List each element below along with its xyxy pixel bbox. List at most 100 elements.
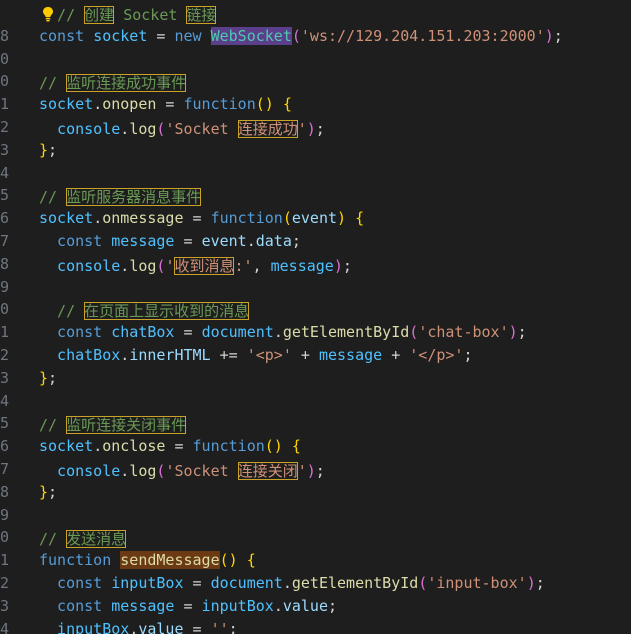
code-token: . [120,346,130,364]
code-token: 收到消息 [174,256,235,275]
code-token: // [39,74,67,93]
code-text: console.log('Socket 连接成功'); [39,118,325,139]
code-line[interactable]: 3}; [0,140,631,163]
code-line[interactable]: 1 function sendMessage() { [0,550,631,573]
line-number: 3 [0,596,9,615]
line-number: 1 [0,323,9,342]
code-token: . [273,323,283,342]
code-token: socket [39,95,94,114]
code-line[interactable]: 3}; [0,368,631,391]
code-line[interactable]: 6 socket.onmessage = function(event) { [0,208,631,231]
code-token: inputBox [201,596,274,615]
code-token: = [147,26,175,45]
code-token: } [39,140,49,159]
code-token: = [174,232,202,250]
code-line[interactable]: 9 [0,277,631,300]
code-token: . [120,256,130,275]
line-number: 8 [0,26,9,45]
code-token: . [129,619,139,634]
line-number: 1 [0,551,9,570]
line-number: 2 [0,346,9,364]
code-token: { [246,551,256,570]
code-token: // [39,302,85,321]
code-token: value [282,596,328,615]
code-token: const [39,26,94,45]
code-text: // 创建 Socket 链接 [39,4,217,25]
code-token: ; [315,120,325,138]
code-line[interactable]: 0 // 在页面上显示收到的消息 [0,299,631,322]
code-line[interactable]: 9 [0,505,631,528]
code-token: = [183,574,211,592]
code-line[interactable]: 5 // 监听连接关闭事件 [0,413,631,436]
code-token: 'Socket [165,462,238,480]
code-line[interactable]: 0 // 监听连接成功事件 [0,71,631,94]
code-token: log [129,120,157,138]
code-line[interactable]: 8 console.log('收到消息:', message); [0,254,631,277]
code-line[interactable]: 4 [0,391,631,414]
code-token: . [93,437,103,456]
code-token: socket [93,26,148,45]
code-token: console [39,120,121,138]
code-line[interactable]: 1 socket.onopen = function() { [0,94,631,117]
code-line[interactable]: 0 [0,49,631,72]
code-line[interactable]: 2 console.log('Socket 连接成功'); [0,117,631,140]
line-number: 1 [0,95,9,114]
code-token: onopen [102,95,157,114]
code-line[interactable]: 7 const message = event.data; [0,231,631,254]
code-token: ; [517,323,527,342]
code-token: 'input-box' [427,574,527,592]
code-text: const chatBox = document.getElementById(… [39,323,527,341]
code-token: ; [48,368,58,387]
code-editor[interactable]: // 创建 Socket 链接 8 const socket = new WebSo… [0,0,631,634]
code-token: = [174,323,202,342]
code-token: = [174,596,202,615]
code-token: function [39,551,121,570]
code-token: sendMessage [120,551,220,570]
code-token: Socket [114,6,187,24]
code-token: socket [39,209,94,228]
code-line[interactable]: 7 console.log('Socket 连接关闭'); [0,459,631,482]
code-text: // 监听连接关闭事件 [39,414,187,435]
code-line[interactable]: 5 // 监听服务器消息事件 [0,185,631,208]
line-number: 0 [0,300,9,319]
code-token: 在页面上显示收到的消息 [84,302,250,321]
line-number: 6 [0,209,9,228]
code-line[interactable]: 4 [0,163,631,186]
code-line[interactable]: // 创建 Socket 链接 [0,3,631,26]
code-token: :' [234,256,253,275]
code-token: 监听服务器消息事件 [66,188,202,207]
code-token: ' [297,120,307,138]
code-token: data [255,232,292,250]
code-token: message [111,596,175,615]
code-token: '</p>' [409,346,464,364]
code-text: // 发送消息 [39,528,127,549]
code-line[interactable]: 3 const message = inputBox.value; [0,596,631,619]
code-text: // 监听服务器消息事件 [39,186,202,207]
code-line[interactable]: 2 chatBox.innerHTML += '<p>' + message +… [0,345,631,368]
code-line[interactable]: 0 // 发送消息 [0,527,631,550]
code-token: = [183,209,211,228]
code-text: chatBox.innerHTML += '<p>' + message + '… [39,346,472,364]
code-token: 监听连接关闭事件 [66,416,187,435]
code-token: ) [526,574,536,592]
code-line[interactable]: 4 inputBox.value = ''; [0,619,631,634]
code-line[interactable]: 8}; [0,482,631,505]
code-line[interactable]: 2 const inputBox = document.getElementBy… [0,573,631,596]
code-line[interactable]: 1 const chatBox = document.getElementByI… [0,322,631,345]
code-token: message [111,232,175,250]
code-token: '<p>' [246,346,292,364]
code-token: onmessage [102,209,184,228]
line-number: 5 [0,186,9,205]
code-line[interactable]: 8 const socket = new WebSocket('ws://129.… [0,26,631,49]
code-line[interactable]: 6 socket.onclose = function() { [0,436,631,459]
code-token: () [219,551,238,570]
code-token: = [183,619,211,634]
code-token: // [39,416,67,435]
code-text: socket.onmessage = function(event) { [39,209,364,227]
line-number: 0 [0,49,9,68]
code-token: ) [306,120,316,138]
code-token: ; [315,462,325,480]
code-token: 链接 [186,6,217,24]
